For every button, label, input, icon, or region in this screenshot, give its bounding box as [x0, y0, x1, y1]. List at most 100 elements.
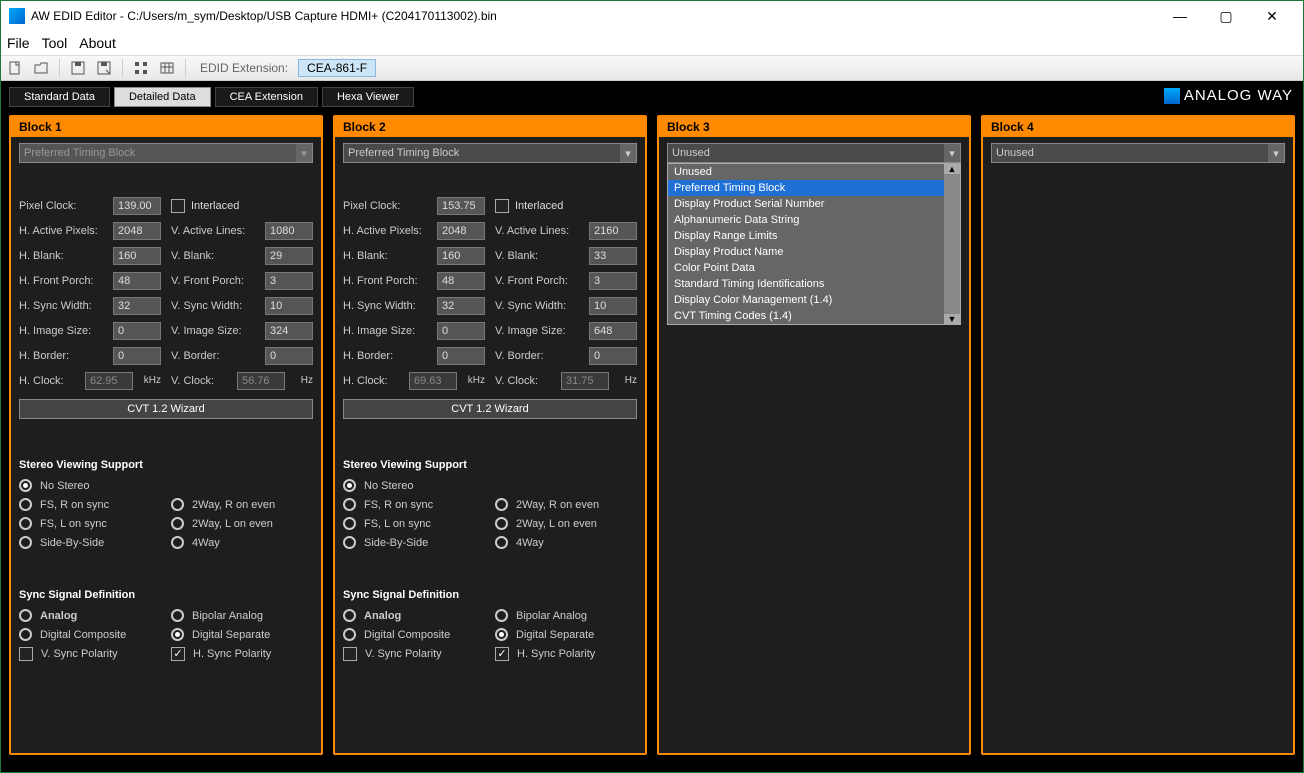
h-blank-input[interactable]: 160 — [437, 247, 485, 265]
radio-bipolar[interactable] — [495, 609, 508, 622]
v-clock-value: 56.76 — [237, 372, 285, 390]
radio-digital-separate[interactable] — [171, 628, 184, 641]
dropdown-item[interactable]: Standard Timing Identifications — [668, 276, 960, 292]
radio-2way-l[interactable] — [495, 517, 508, 530]
radio-sbs[interactable] — [19, 536, 32, 549]
radio-2way-r[interactable] — [171, 498, 184, 511]
grid-icon[interactable] — [133, 60, 149, 76]
dropdown-item[interactable]: Unused — [668, 164, 960, 180]
save-icon[interactable] — [70, 60, 86, 76]
vsync-polarity-checkbox[interactable] — [19, 647, 33, 661]
v-img-input[interactable]: 648 — [589, 322, 637, 340]
hsync-polarity-checkbox[interactable] — [495, 647, 509, 661]
block-4-type-select[interactable]: Unused▾ — [991, 143, 1285, 163]
h-border-input[interactable]: 0 — [437, 347, 485, 365]
h-blank-input[interactable]: 160 — [113, 247, 161, 265]
v-fp-input[interactable]: 3 — [265, 272, 313, 290]
scroll-down-icon[interactable]: ▼ — [944, 314, 960, 324]
window-title: AW EDID Editor - C:/Users/m_sym/Desktop/… — [31, 9, 1157, 23]
dropdown-item[interactable]: Alphanumeric Data String — [668, 212, 960, 228]
radio-4way[interactable] — [495, 536, 508, 549]
v-active-input[interactable]: 2160 — [589, 222, 637, 240]
menu-file[interactable]: File — [7, 35, 30, 51]
v-sw-input[interactable]: 10 — [265, 297, 313, 315]
interlaced-checkbox[interactable] — [495, 199, 509, 213]
v-blank-input[interactable]: 33 — [589, 247, 637, 265]
cvt-wizard-button[interactable]: CVT 1.2 Wizard — [19, 399, 313, 419]
radio-analog[interactable] — [19, 609, 32, 622]
radio-sbs[interactable] — [343, 536, 356, 549]
hsync-polarity-checkbox[interactable] — [171, 647, 185, 661]
menubar: File Tool About — [1, 31, 1303, 55]
dropdown-item[interactable]: Display Color Management (1.4) — [668, 292, 960, 308]
v-border-input[interactable]: 0 — [265, 347, 313, 365]
v-border-input[interactable]: 0 — [589, 347, 637, 365]
radio-2way-r[interactable] — [495, 498, 508, 511]
v-sw-input[interactable]: 10 — [589, 297, 637, 315]
pixel-clock-label: Pixel Clock: — [19, 200, 113, 212]
radio-digital-composite[interactable] — [343, 628, 356, 641]
pixel-clock-input[interactable]: 139.00 — [113, 197, 161, 215]
menu-about[interactable]: About — [79, 35, 116, 51]
dropdown-item[interactable]: Color Point Data — [668, 260, 960, 276]
v-img-input[interactable]: 324 — [265, 322, 313, 340]
radio-4way[interactable] — [171, 536, 184, 549]
radio-fs-l[interactable] — [343, 517, 356, 530]
block-3-type-select[interactable]: Unused▾ — [667, 143, 961, 163]
minimize-button[interactable]: — — [1157, 1, 1203, 31]
menu-tool[interactable]: Tool — [42, 35, 68, 51]
toolbar: EDID Extension: CEA-861-F — [1, 55, 1303, 81]
v-fp-input[interactable]: 3 — [589, 272, 637, 290]
table-icon[interactable] — [159, 60, 175, 76]
dropdown-item[interactable]: CVT Timing Codes (1.4) — [668, 308, 960, 324]
radio-bipolar[interactable] — [171, 609, 184, 622]
ext-button[interactable]: CEA-861-F — [298, 59, 376, 77]
close-button[interactable]: ✕ — [1249, 1, 1295, 31]
dropdown-item[interactable]: Display Product Serial Number — [668, 196, 960, 212]
h-border-input[interactable]: 0 — [113, 347, 161, 365]
h-fp-input[interactable]: 48 — [113, 272, 161, 290]
dropdown-item[interactable]: Display Product Name — [668, 244, 960, 260]
scrollbar[interactable]: ▲▼ — [944, 164, 960, 324]
tab-standard-data[interactable]: Standard Data — [9, 87, 110, 107]
h-sw-input[interactable]: 32 — [113, 297, 161, 315]
radio-digital-composite[interactable] — [19, 628, 32, 641]
radio-2way-l[interactable] — [171, 517, 184, 530]
tab-cea-extension[interactable]: CEA Extension — [215, 87, 318, 107]
h-img-input[interactable]: 0 — [113, 322, 161, 340]
vsync-polarity-checkbox[interactable] — [343, 647, 357, 661]
v-blank-input[interactable]: 29 — [265, 247, 313, 265]
block-2-header: Block 2 — [335, 117, 645, 137]
scroll-up-icon[interactable]: ▲ — [944, 164, 960, 174]
h-fp-input[interactable]: 48 — [437, 272, 485, 290]
toolbar-separator — [122, 59, 123, 77]
radio-fs-r[interactable] — [19, 498, 32, 511]
h-img-input[interactable]: 0 — [437, 322, 485, 340]
radio-no-stereo[interactable] — [343, 479, 356, 492]
save-as-icon[interactable] — [96, 60, 112, 76]
radio-fs-l[interactable] — [19, 517, 32, 530]
dropdown-item[interactable]: Display Range Limits — [668, 228, 960, 244]
h-active-input[interactable]: 2048 — [113, 222, 161, 240]
maximize-button[interactable]: ▢ — [1203, 1, 1249, 31]
open-icon[interactable] — [33, 60, 49, 76]
tabs: Standard Data Detailed Data CEA Extensio… — [1, 81, 1303, 107]
dropdown-item[interactable]: Preferred Timing Block — [668, 180, 960, 196]
stereo-heading: Stereo Viewing Support — [343, 459, 637, 471]
cvt-wizard-button[interactable]: CVT 1.2 Wizard — [343, 399, 637, 419]
block-2-type-select[interactable]: Preferred Timing Block▾ — [343, 143, 637, 163]
radio-analog[interactable] — [343, 609, 356, 622]
h-sw-input[interactable]: 32 — [437, 297, 485, 315]
radio-fs-r[interactable] — [343, 498, 356, 511]
h-active-input[interactable]: 2048 — [437, 222, 485, 240]
radio-digital-separate[interactable] — [495, 628, 508, 641]
block-1-type-select[interactable]: Preferred Timing Block▾ — [19, 143, 313, 163]
interlaced-checkbox[interactable] — [171, 199, 185, 213]
radio-no-stereo[interactable] — [19, 479, 32, 492]
pixel-clock-input[interactable]: 153.75 — [437, 197, 485, 215]
tab-hexa-viewer[interactable]: Hexa Viewer — [322, 87, 414, 107]
v-clock-value: 31.75 — [561, 372, 609, 390]
new-icon[interactable] — [7, 60, 23, 76]
tab-detailed-data[interactable]: Detailed Data — [114, 87, 211, 107]
v-active-input[interactable]: 1080 — [265, 222, 313, 240]
